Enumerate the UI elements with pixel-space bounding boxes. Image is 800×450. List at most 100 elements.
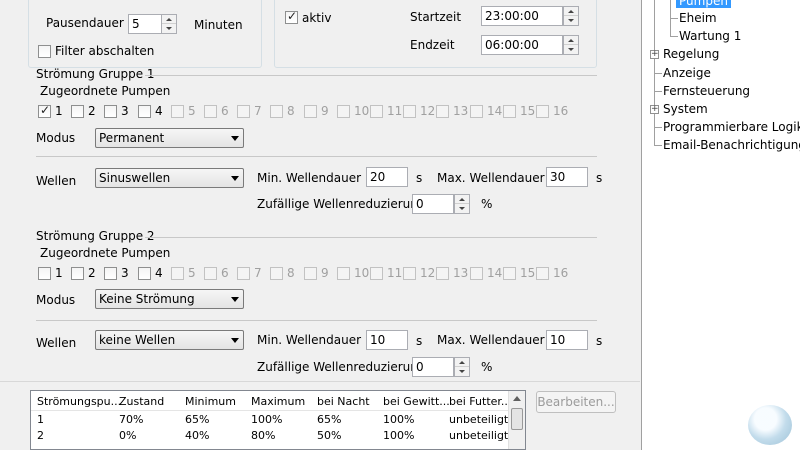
scroll-thumb[interactable]: [511, 408, 523, 430]
group1-max-input[interactable]: 30: [546, 167, 588, 187]
group2-pump-checkbox[interactable]: [470, 267, 483, 280]
group2-min-input[interactable]: 10: [366, 330, 408, 350]
group2-pump-checkbox[interactable]: [436, 267, 449, 280]
end-time-input[interactable]: 06:00:00: [481, 35, 563, 55]
group2-max-unit: s: [596, 334, 603, 348]
group1-pump-checkbox[interactable]: [436, 105, 449, 118]
tree-line: [654, 145, 662, 146]
col-header-min[interactable]: Minimum: [185, 395, 236, 408]
group2-pump-checkbox[interactable]: [104, 267, 117, 280]
aktiv-checkbox[interactable]: [285, 9, 298, 24]
expand-icon[interactable]: +: [650, 50, 659, 59]
cell: 40%: [185, 429, 210, 442]
col-header-max[interactable]: Maximum: [251, 395, 305, 408]
group1-pump-checkbox[interactable]: [370, 105, 383, 118]
cell: 80%: [251, 429, 276, 442]
group1-pump-checkbox[interactable]: [171, 105, 184, 118]
group2-pump-checkbox[interactable]: [337, 267, 350, 280]
group2-pump-checkbox[interactable]: [270, 267, 283, 280]
edit-button[interactable]: Bearbeiten...: [536, 391, 616, 413]
tree-item-regelung[interactable]: Regelung: [663, 47, 719, 61]
group2-pump-checkbox[interactable]: [536, 267, 549, 280]
tree-item-email[interactable]: Email-Benachrichtigung: [663, 138, 800, 152]
col-header-feed[interactable]: bei Futter...: [449, 395, 511, 408]
group2-mode-select[interactable]: Keine Strömung: [95, 289, 244, 309]
group1-pump-checkbox[interactable]: [304, 105, 317, 118]
settings-panel: Pausendauer 5 Minuten Filter abschalten …: [0, 0, 640, 450]
group1-pump-checkbox[interactable]: [536, 105, 549, 118]
group1-pump-checkbox[interactable]: [470, 105, 483, 118]
tree-item-anzeige[interactable]: Anzeige: [663, 66, 711, 80]
group1-min-input[interactable]: 20: [366, 167, 408, 187]
tree-item-pumpen[interactable]: Pumpen: [676, 0, 731, 8]
group2-pump-checkbox[interactable]: [403, 267, 416, 280]
group1-pump-checkbox[interactable]: [38, 103, 51, 118]
group1-pump-checkbox[interactable]: [337, 105, 350, 118]
group1-pump-checkbox[interactable]: [503, 105, 516, 118]
group2-max-input[interactable]: 10: [546, 330, 588, 350]
col-header-pump[interactable]: Strömungspu...: [37, 395, 121, 408]
group2-pump-checkbox[interactable]: [370, 267, 383, 280]
tree-item-eheim[interactable]: Eheim: [679, 11, 717, 25]
end-time-spinner[interactable]: [563, 35, 579, 55]
group1-pump-checkbox[interactable]: [71, 105, 84, 118]
tree-item-logik[interactable]: Programmierbare Logik: [663, 120, 800, 134]
group2-pump-label: 15: [520, 266, 536, 280]
tree-line: [670, 36, 678, 37]
group2-pump-checkbox[interactable]: [304, 267, 317, 280]
tree-item-system[interactable]: System: [663, 102, 708, 116]
filter-off-checkbox[interactable]: [38, 45, 51, 58]
col-header-night[interactable]: bei Nacht: [317, 395, 370, 408]
group1-title: Strömung Gruppe 1: [36, 67, 155, 81]
group2-waves-value: keine Wellen: [99, 333, 176, 347]
expand-icon[interactable]: +: [650, 105, 659, 114]
group2-pump-checkbox[interactable]: [204, 267, 217, 280]
scroll-up-icon[interactable]: [513, 396, 521, 401]
group1-mode-select[interactable]: Permanent: [95, 128, 244, 148]
chevron-down-icon: [231, 136, 239, 141]
cell: 0%: [119, 429, 137, 442]
group2-random-input[interactable]: 0: [412, 357, 454, 377]
group2-pump-checkbox[interactable]: [237, 267, 250, 280]
pause-spinner[interactable]: [161, 14, 177, 34]
col-header-state[interactable]: Zustand: [119, 395, 164, 408]
group1-random-spinner[interactable]: [454, 194, 470, 214]
group1-pump-label: 11: [387, 104, 403, 118]
start-time-input[interactable]: 23:00:00: [481, 6, 563, 26]
group1-pump-label: 10: [354, 104, 370, 118]
group1-pump-label: 12: [420, 104, 436, 118]
group1-waves-select[interactable]: Sinuswellen: [95, 168, 244, 188]
group2-pump-checkbox[interactable]: [503, 267, 516, 280]
group2-waves-label: Wellen: [36, 336, 77, 350]
pump-list[interactable]: Strömungspu... Zustand Minimum Maximum b…: [30, 390, 526, 450]
start-time-label: Startzeit: [410, 10, 462, 24]
group2-pump-checkbox[interactable]: [71, 267, 84, 280]
cell: 100%: [251, 413, 283, 426]
pause-input[interactable]: 5: [128, 14, 162, 34]
group1-random-input[interactable]: 0: [412, 194, 454, 214]
group2-pump-checkbox[interactable]: [171, 267, 184, 280]
group1-mode-label: Modus: [36, 131, 76, 145]
group2-mode-label: Modus: [36, 293, 76, 307]
table-row[interactable]: 1 70% 65% 100% 65% 100% unbeteiligt: [31, 412, 509, 428]
tree-item-wartung[interactable]: Wartung 1: [679, 29, 741, 43]
cell: 2: [37, 429, 44, 442]
group1-pump-checkbox[interactable]: [237, 105, 250, 118]
group1-pump-checkbox[interactable]: [403, 105, 416, 118]
group2-pump-label: 13: [453, 266, 469, 280]
start-time-spinner[interactable]: [563, 6, 579, 26]
tree-item-fernsteuerung[interactable]: Fernsteuerung: [663, 84, 750, 98]
group2-random-spinner[interactable]: [454, 357, 470, 377]
group1-mode-value: Permanent: [99, 131, 165, 145]
group2-pump-checkbox[interactable]: [138, 267, 151, 280]
group1-pump-checkbox[interactable]: [270, 105, 283, 118]
col-header-storm[interactable]: bei Gewitt...: [383, 395, 450, 408]
list-scrollbar[interactable]: [508, 391, 525, 449]
group1-pump-checkbox[interactable]: [138, 105, 151, 118]
group1-pump-checkbox[interactable]: [204, 105, 217, 118]
table-row[interactable]: 2 0% 40% 80% 50% 100% unbeteiligt: [31, 428, 509, 444]
group2-waves-select[interactable]: keine Wellen: [95, 330, 244, 350]
group1-min-unit: s: [416, 171, 423, 185]
group1-pump-checkbox[interactable]: [104, 105, 117, 118]
group2-pump-checkbox[interactable]: [38, 267, 51, 280]
